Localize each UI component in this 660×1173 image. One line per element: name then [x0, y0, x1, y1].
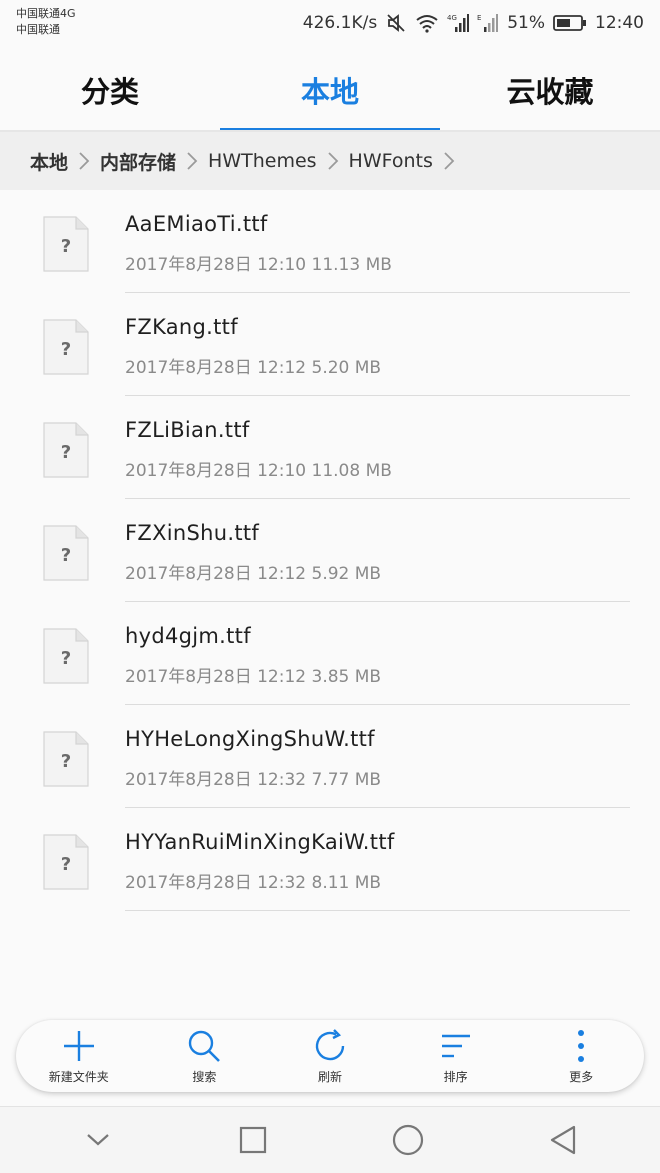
file-name: hyd4gjm.ttf: [125, 624, 251, 648]
file-name: HYHeLongXingShuW.ttf: [125, 727, 375, 751]
unknown-file-icon: ?: [43, 834, 89, 890]
chevron-right-icon: [317, 132, 349, 190]
top-tabs: 分类 本地 云收藏: [0, 48, 660, 132]
list-item[interactable]: ? hyd4gjm.ttf 2017年8月28日 12:12 3.85 MB: [0, 602, 660, 705]
svg-text:?: ?: [61, 236, 71, 257]
file-meta: 2017年8月28日 12:10 11.08 MB: [125, 461, 392, 481]
nav-recents-button[interactable]: [223, 1110, 283, 1170]
unknown-file-icon: ?: [43, 628, 89, 684]
carrier-info: 中国联通4G 中国联通: [16, 6, 76, 38]
tab-local[interactable]: 本地: [220, 48, 440, 132]
list-item[interactable]: ? FZKang.ttf 2017年8月28日 12:12 5.20 MB: [0, 293, 660, 396]
file-meta: 2017年8月28日 12:12 5.92 MB: [125, 564, 382, 584]
svg-text:4G: 4G: [447, 14, 457, 22]
clock: 12:40: [595, 13, 644, 33]
unknown-file-icon: ?: [43, 216, 89, 272]
unknown-file-icon: ?: [43, 319, 89, 375]
more-vertical-icon: [578, 1029, 585, 1062]
chevron-right-icon: [68, 132, 100, 190]
refresh-button[interactable]: 刷新: [267, 1020, 393, 1092]
triangle-back-icon: [550, 1125, 575, 1155]
file-name: FZKang.ttf: [125, 315, 238, 339]
tab-category-label: 分类: [80, 75, 139, 109]
nav-back-button[interactable]: [533, 1110, 593, 1170]
list-item[interactable]: ? FZLiBian.ttf 2017年8月28日 12:10 11.08 MB: [0, 396, 660, 499]
breadcrumb-local[interactable]: 本地: [30, 148, 68, 175]
file-meta: 2017年8月28日 12:32 8.11 MB: [125, 873, 382, 893]
list-item[interactable]: ? FZXinShu.ttf 2017年8月28日 12:12 5.92 MB: [0, 499, 660, 602]
file-list: ? AaEMiaoTi.ttf 2017年8月28日 12:10 11.13 M…: [0, 190, 660, 911]
sort-button[interactable]: 排序: [393, 1020, 519, 1092]
svg-text:E: E: [477, 14, 481, 22]
svg-text:?: ?: [61, 751, 71, 772]
search-button[interactable]: 搜索: [142, 1020, 268, 1092]
sort-icon: [441, 1034, 470, 1057]
list-item[interactable]: ? AaEMiaoTi.ttf 2017年8月28日 12:10 11.13 M…: [0, 190, 660, 293]
chevron-right-icon: [176, 132, 208, 190]
battery-percent: 51%: [507, 13, 545, 33]
system-nav-bar: [0, 1106, 660, 1173]
signal-e-icon: E: [477, 14, 499, 32]
svg-text:?: ?: [61, 648, 71, 669]
unknown-file-icon: ?: [43, 422, 89, 478]
search-label: 搜索: [192, 1069, 217, 1084]
tab-local-label: 本地: [300, 75, 359, 109]
battery-icon: [553, 15, 586, 31]
svg-text:?: ?: [61, 545, 71, 566]
file-name: AaEMiaoTi.ttf: [125, 212, 268, 236]
breadcrumb-hwfonts[interactable]: HWFonts: [349, 150, 433, 172]
unknown-file-icon: ?: [43, 731, 89, 787]
file-meta: 2017年8月28日 12:32 7.77 MB: [125, 770, 382, 790]
circle-icon: [392, 1124, 423, 1156]
svg-text:?: ?: [61, 854, 71, 875]
carrier-line-1: 中国联通4G: [16, 7, 76, 20]
file-meta: 2017年8月28日 12:12 5.20 MB: [125, 358, 382, 378]
mute-icon: [387, 14, 405, 32]
tab-cloud-label: 云收藏: [506, 75, 594, 109]
new-folder-button[interactable]: 新建文件夹: [16, 1020, 142, 1092]
sort-label: 排序: [443, 1069, 468, 1084]
more-label: 更多: [569, 1069, 594, 1084]
square-icon: [239, 1126, 266, 1154]
wifi-icon: [416, 15, 438, 33]
chevron-down-icon: [86, 1134, 109, 1146]
nav-hide-button[interactable]: [68, 1110, 128, 1170]
file-name: FZXinShu.ttf: [125, 521, 260, 545]
search-icon: [189, 1030, 221, 1062]
plus-icon: [63, 1030, 94, 1061]
tab-category[interactable]: 分类: [0, 48, 220, 132]
signal-4g-icon: 4G: [447, 14, 470, 32]
file-meta: 2017年8月28日 12:10 11.13 MB: [125, 255, 392, 275]
chevron-right-icon: [433, 132, 465, 190]
breadcrumb-hwthemes[interactable]: HWThemes: [208, 150, 317, 172]
network-speed: 426.1K/s: [302, 13, 378, 33]
list-item[interactable]: ? HYYanRuiMinXingKaiW.ttf 2017年8月28日 12:…: [0, 808, 660, 911]
breadcrumb-internal-storage[interactable]: 内部存储: [100, 148, 176, 175]
status-bar: 中国联通4G 中国联通 426.1K/s 4G E 51% 12:40: [0, 0, 660, 48]
file-name: HYYanRuiMinXingKaiW.ttf: [125, 830, 395, 854]
file-meta: 2017年8月28日 12:12 3.85 MB: [125, 667, 382, 687]
breadcrumb: 本地 内部存储 HWThemes HWFonts: [0, 132, 660, 190]
file-name: FZLiBian.ttf: [125, 418, 250, 442]
bottom-toolbar: 新建文件夹 搜索 刷新 排序 更多: [16, 1020, 644, 1092]
svg-text:?: ?: [61, 339, 71, 360]
carrier-line-2: 中国联通: [16, 23, 60, 36]
status-indicators: 426.1K/s 4G E 51% 12:40: [303, 10, 644, 36]
svg-text:?: ?: [61, 442, 71, 463]
nav-home-button[interactable]: [378, 1110, 438, 1170]
new-folder-label: 新建文件夹: [48, 1069, 109, 1084]
row-divider: [125, 910, 630, 911]
unknown-file-icon: ?: [43, 525, 89, 581]
more-button[interactable]: 更多: [518, 1020, 644, 1092]
tab-cloud-favorites[interactable]: 云收藏: [440, 48, 660, 132]
list-item[interactable]: ? HYHeLongXingShuW.ttf 2017年8月28日 12:32 …: [0, 705, 660, 808]
refresh-icon: [315, 1028, 345, 1060]
refresh-label: 刷新: [317, 1069, 342, 1084]
